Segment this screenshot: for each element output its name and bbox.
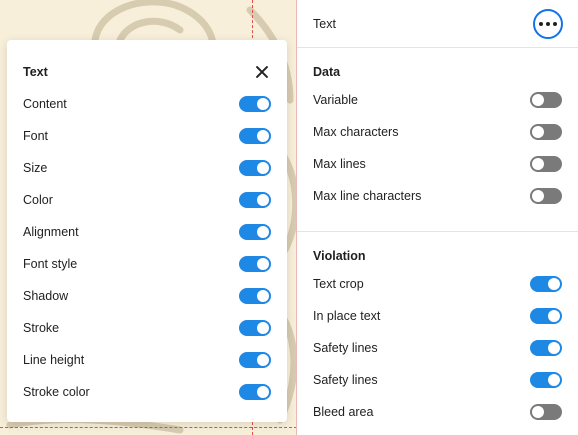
popup-row-font-style: Font style bbox=[23, 248, 271, 280]
alignment-toggle[interactable] bbox=[239, 224, 271, 240]
max-line-characters-toggle[interactable] bbox=[530, 188, 562, 204]
popup-row-content: Content bbox=[23, 88, 271, 120]
content-toggle[interactable] bbox=[239, 96, 271, 112]
toggle-knob bbox=[257, 386, 269, 398]
popup-label: Shadow bbox=[23, 289, 69, 303]
toggle-knob bbox=[257, 162, 269, 174]
panel-header-label: Text bbox=[313, 16, 336, 31]
toggle-knob bbox=[532, 406, 544, 418]
popup-label: Content bbox=[23, 97, 67, 111]
data-label: Max characters bbox=[313, 125, 399, 139]
more-dot-icon bbox=[546, 21, 550, 26]
data-row-max-characters: Max characters bbox=[313, 116, 562, 148]
toggle-knob bbox=[532, 158, 544, 170]
popup-toggle-list: Content Font Size Color Alignment Font style S… bbox=[23, 88, 271, 408]
bleed-area-toggle[interactable] bbox=[530, 404, 562, 420]
toggle-knob bbox=[257, 290, 269, 302]
violation-toggle-list: Text crop In place text Safety lines Safety… bbox=[313, 268, 562, 428]
stroke-toggle[interactable] bbox=[239, 320, 271, 336]
violation-row-safety-lines: Safety lines bbox=[313, 364, 562, 396]
safety-lines-toggle[interactable] bbox=[530, 340, 562, 356]
popup-row-stroke: Stroke bbox=[23, 312, 271, 344]
shadow-toggle[interactable] bbox=[239, 288, 271, 304]
violation-label: Text crop bbox=[313, 277, 364, 291]
popup-label: Stroke bbox=[23, 321, 60, 335]
violation-label: Safety lines bbox=[313, 341, 378, 355]
data-label: Variable bbox=[313, 93, 358, 107]
toggle-knob bbox=[532, 94, 544, 106]
violation-label: Safety lines bbox=[313, 373, 378, 387]
violation-row-text-crop: Text crop bbox=[313, 268, 562, 300]
bleed-guide-horizontal bbox=[0, 427, 297, 428]
more-options-button[interactable] bbox=[533, 8, 563, 39]
data-label: Max line characters bbox=[313, 189, 422, 203]
font-style-toggle[interactable] bbox=[239, 256, 271, 272]
popup-label: Color bbox=[23, 193, 53, 207]
toggle-knob bbox=[257, 226, 269, 238]
violation-section: Violation Text crop In place text Safety l… bbox=[297, 232, 578, 435]
max-lines-toggle[interactable] bbox=[530, 156, 562, 172]
properties-panel: Text Data Variable Max characters Max line… bbox=[297, 0, 578, 435]
font-toggle[interactable] bbox=[239, 128, 271, 144]
safety-lines-toggle[interactable] bbox=[530, 372, 562, 388]
popup-label: Font bbox=[23, 129, 49, 143]
toggle-knob bbox=[548, 374, 560, 386]
violation-row-in-place-text: In place text bbox=[313, 300, 562, 332]
popup-row-line-height: Line height bbox=[23, 344, 271, 376]
popup-title: Text bbox=[23, 65, 48, 79]
popup-row-font: Font bbox=[23, 120, 271, 152]
data-section: Data Variable Max characters Max lines Max … bbox=[297, 48, 578, 232]
popup-row-alignment: Alignment bbox=[23, 216, 271, 248]
more-dot-icon bbox=[539, 21, 543, 26]
toggle-knob bbox=[532, 126, 544, 138]
violation-row-bleed-area: Bleed area bbox=[313, 396, 562, 428]
toggle-knob bbox=[532, 190, 544, 202]
line-height-toggle[interactable] bbox=[239, 352, 271, 368]
toggle-knob bbox=[257, 354, 269, 366]
violation-label: Bleed area bbox=[313, 405, 374, 419]
toggle-knob bbox=[257, 130, 269, 142]
text-crop-toggle[interactable] bbox=[530, 276, 562, 292]
violation-section-title: Violation bbox=[313, 249, 366, 263]
size-toggle[interactable] bbox=[239, 160, 271, 176]
data-row-max-line-characters: Max line characters bbox=[313, 180, 562, 212]
popup-row-size: Size bbox=[23, 152, 271, 184]
toggle-knob bbox=[257, 98, 269, 110]
popup-label: Font style bbox=[23, 257, 78, 271]
popup-row-shadow: Shadow bbox=[23, 280, 271, 312]
data-section-title: Data bbox=[313, 65, 341, 79]
popup-label: Alignment bbox=[23, 225, 79, 239]
popup-label: Stroke color bbox=[23, 385, 90, 399]
data-toggle-list: Variable Max characters Max lines Max line … bbox=[313, 84, 562, 212]
violation-row-safety-lines: Safety lines bbox=[313, 332, 562, 364]
data-row-max-lines: Max lines bbox=[313, 148, 562, 180]
popup-label: Size bbox=[23, 161, 48, 175]
popup-header: Text bbox=[23, 60, 271, 84]
max-characters-toggle[interactable] bbox=[530, 124, 562, 140]
toggle-knob bbox=[257, 322, 269, 334]
panel-header: Text bbox=[297, 0, 578, 48]
violation-label: In place text bbox=[313, 309, 381, 323]
text-properties-popup: Text Content Font Size Color Alignment Font s… bbox=[7, 40, 287, 422]
popup-row-color: Color bbox=[23, 184, 271, 216]
popup-row-stroke-color: Stroke color bbox=[23, 376, 271, 408]
data-label: Max lines bbox=[313, 157, 366, 171]
toggle-knob bbox=[548, 310, 560, 322]
in-place-text-toggle[interactable] bbox=[530, 308, 562, 324]
toggle-knob bbox=[257, 194, 269, 206]
toggle-knob bbox=[548, 278, 560, 290]
toggle-knob bbox=[548, 342, 560, 354]
stroke-color-toggle[interactable] bbox=[239, 384, 271, 400]
popup-label: Line height bbox=[23, 353, 85, 367]
close-icon[interactable] bbox=[253, 63, 271, 81]
more-dot-icon bbox=[553, 21, 557, 26]
variable-toggle[interactable] bbox=[530, 92, 562, 108]
color-toggle[interactable] bbox=[239, 192, 271, 208]
toggle-knob bbox=[257, 258, 269, 270]
data-row-variable: Variable bbox=[313, 84, 562, 116]
